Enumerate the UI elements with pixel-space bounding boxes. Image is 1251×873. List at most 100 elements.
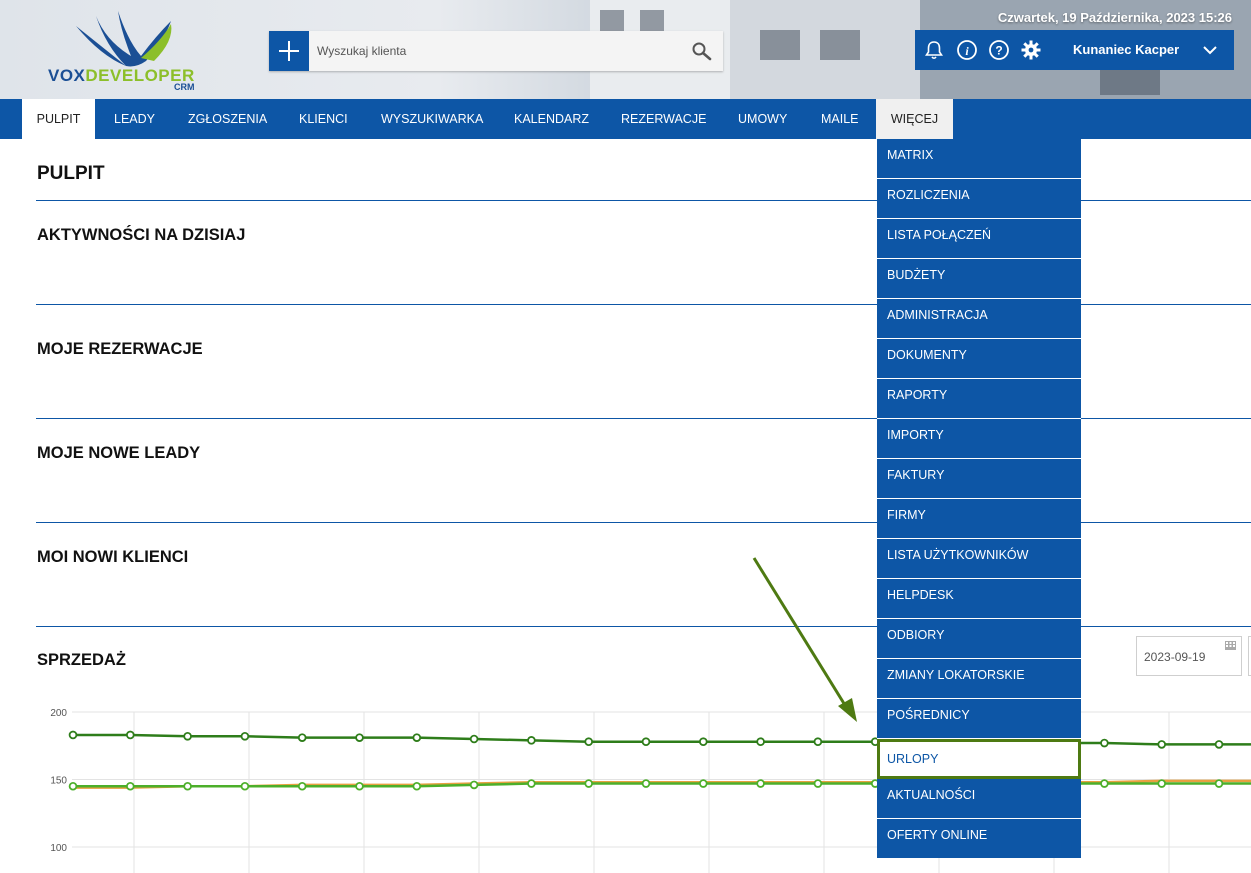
header-background (820, 30, 860, 60)
chart-point[interactable] (813, 737, 823, 746)
header-background (600, 10, 624, 32)
info-icon[interactable]: i (956, 39, 978, 61)
chart-point[interactable] (355, 781, 364, 791)
nav-item-rezerwacje[interactable]: REZERWACJE (621, 99, 706, 139)
chart-point[interactable] (412, 733, 422, 742)
search-input[interactable] (311, 31, 681, 71)
chart-point[interactable] (469, 780, 479, 790)
search-icon[interactable] (691, 41, 713, 61)
header-background (760, 30, 800, 60)
nav-item-maile[interactable]: MAILE (821, 99, 859, 139)
chart-point[interactable] (527, 779, 536, 788)
chart-point[interactable] (1100, 738, 1109, 748)
dropdown-item[interactable]: POŚREDNICY (877, 699, 1081, 739)
help-icon[interactable]: ? (988, 39, 1010, 61)
chart-point[interactable] (126, 781, 135, 791)
chart-point[interactable] (1100, 779, 1109, 788)
chart-point[interactable] (68, 781, 78, 791)
nav-item-umowy[interactable]: UMOWY (738, 99, 787, 139)
dropdown-item[interactable]: DOKUMENTY (877, 339, 1081, 379)
search-bar (269, 31, 723, 71)
section-title-new-leads: MOJE NOWE LEADY (37, 444, 201, 462)
chart-point[interactable] (240, 781, 250, 791)
nav-item-zgloszenia[interactable]: ZGŁOSZENIA (188, 99, 267, 139)
add-client-button[interactable] (269, 31, 309, 71)
dropdown-item[interactable]: MATRIX (877, 139, 1081, 179)
dropdown-item[interactable]: ROZLICZENIA (877, 179, 1081, 219)
header-background (640, 10, 664, 32)
datetime: Czwartek, 19 Października, 2023 15:26 (997, 10, 1232, 25)
header: VOXDEVELOPER CRM Czwartek, 19 Październi… (0, 0, 1251, 99)
chart-point[interactable] (756, 779, 765, 788)
chart-point[interactable] (1157, 740, 1166, 749)
user-bar: i ? Kunaniec Kacper (915, 30, 1234, 70)
section-title-sales: SPRZEDAŻ (37, 651, 126, 669)
chart-point[interactable] (1214, 740, 1224, 749)
dropdown-item[interactable]: HELPDESK (877, 579, 1081, 619)
chart-point[interactable] (813, 779, 823, 788)
chart-point[interactable] (527, 736, 536, 745)
logo-sub: CRM (174, 82, 195, 92)
dropdown-item[interactable]: IMPORTY (877, 419, 1081, 459)
nav-item-kalendarz[interactable]: KALENDARZ (514, 99, 589, 139)
chart-y-tick-label: 150 (50, 776, 67, 787)
chart-point[interactable] (698, 779, 708, 788)
nav-item-pulpit[interactable]: PULPIT (22, 99, 95, 139)
chart-point[interactable] (698, 737, 708, 746)
user-name[interactable]: Kunaniec Kacper (1073, 42, 1179, 57)
chevron-down-icon[interactable] (1201, 42, 1219, 58)
dropdown-item[interactable]: FAKTURY (877, 459, 1081, 499)
logo-brand-first: VOX (48, 66, 86, 85)
dropdown-item[interactable]: LISTA UŻYTKOWNIKÓW (877, 539, 1081, 579)
page-title: PULPIT (37, 163, 105, 184)
main-nav: PULPIT LEADY ZGŁOSZENIA KLIENCI WYSZUKIW… (0, 99, 1251, 139)
arrow-shaft (752, 557, 850, 711)
gear-icon[interactable] (1020, 39, 1042, 61)
chart-point[interactable] (1157, 779, 1166, 788)
section-title-reservations: MOJE REZERWACJE (37, 340, 203, 358)
dropdown-item[interactable]: OFERTY ONLINE (877, 819, 1081, 859)
nav-item-leady[interactable]: LEADY (114, 99, 155, 139)
chart-point[interactable] (641, 779, 651, 788)
chart-point[interactable] (126, 730, 135, 740)
date-from-input[interactable]: 2023-09-19 (1136, 636, 1242, 676)
chart-point[interactable] (1214, 779, 1224, 788)
chart-point[interactable] (641, 737, 651, 746)
chart-point[interactable] (584, 779, 593, 788)
dropdown-item[interactable]: URLOPY (877, 739, 1081, 779)
chart-point[interactable] (297, 733, 307, 742)
nav-item-wyszukiwarka[interactable]: WYSZUKIWARKA (381, 99, 483, 139)
chart-point[interactable] (412, 781, 422, 791)
dropdown-item[interactable]: ZMIANY LOKATORSKIE (877, 659, 1081, 699)
dropdown-item[interactable]: FIRMY (877, 499, 1081, 539)
nav-item-wiecej[interactable]: WIĘCEJ (876, 99, 953, 139)
chart-point[interactable] (297, 781, 307, 791)
chart-y-tick-label: 200 (50, 708, 67, 719)
dropdown-item[interactable]: LISTA POŁĄCZEŃ (877, 219, 1081, 259)
dropdown-item[interactable]: ADMINISTRACJA (877, 299, 1081, 339)
chart-point[interactable] (240, 731, 250, 741)
section-title-new-clients: MOI NOWI KLIENCI (37, 548, 189, 566)
bell-icon[interactable] (923, 39, 945, 61)
more-dropdown-menu: MATRIX ROZLICZENIA LISTA POŁĄCZEŃ BUDŻETY AD… (877, 139, 1081, 858)
chart-point[interactable] (183, 781, 192, 791)
chart-point[interactable] (469, 734, 479, 744)
dropdown-item[interactable]: BUDŻETY (877, 259, 1081, 299)
logo-text: VOXDEVELOPER (48, 66, 195, 86)
chart-point[interactable] (68, 730, 78, 740)
dropdown-item[interactable]: ODBIORY (877, 619, 1081, 659)
header-background (1100, 70, 1160, 95)
chart-point[interactable] (355, 733, 364, 742)
dropdown-item[interactable]: RAPORTY (877, 379, 1081, 419)
svg-text:?: ? (995, 44, 1002, 58)
section-title-activities: AKTYWNOŚCI NA DZISIAJ (37, 226, 246, 244)
dropdown-item[interactable]: AKTUALNOŚCI (877, 779, 1081, 819)
date-from-value: 2023-09-19 (1144, 650, 1206, 664)
svg-text:i: i (965, 44, 969, 58)
chart-y-tick-label: 100 (50, 843, 67, 854)
chart-point[interactable] (584, 737, 593, 746)
calendar-icon[interactable] (1225, 641, 1236, 650)
chart-point[interactable] (183, 731, 192, 741)
chart-point[interactable] (756, 737, 765, 746)
nav-item-klienci[interactable]: KLIENCI (299, 99, 348, 139)
